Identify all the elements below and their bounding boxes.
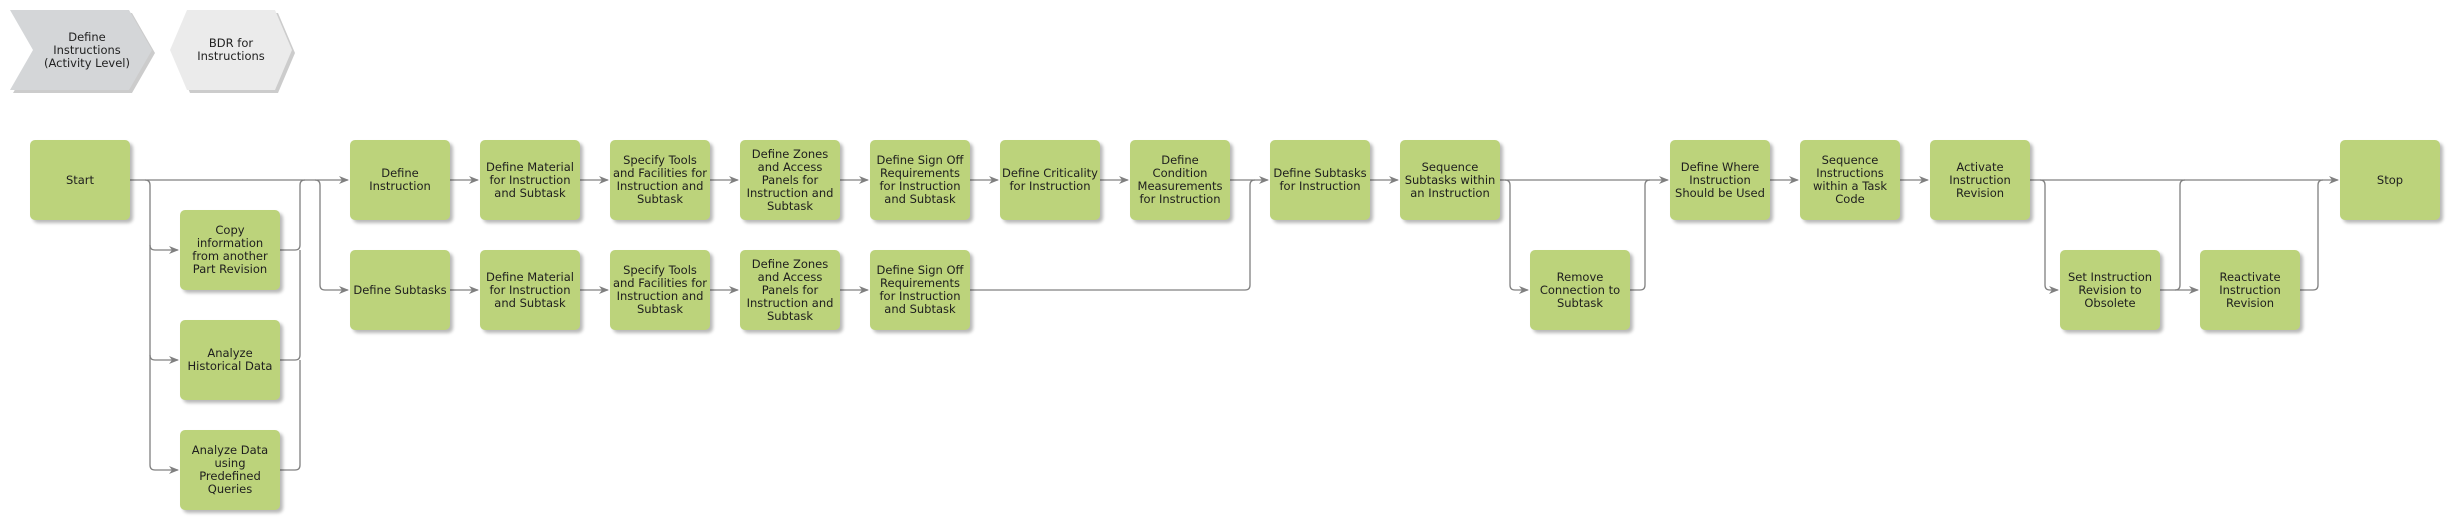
node-analyze-historical-data[interactable]: Analyze Historical Data: [180, 320, 280, 400]
connector: [280, 179, 306, 251]
node-define-criticality[interactable]: Define Criticality for Instruction: [1000, 140, 1100, 220]
connector: [2039, 179, 2059, 294]
node-define-subtasks-for-instruction[interactable]: Define Subtasks for Instruction: [1270, 140, 1370, 220]
node-specify-tools-2[interactable]: Specify Tools and Facilities for Instruc…: [610, 250, 710, 330]
phase-label: BDR for Instructions: [197, 36, 265, 63]
node-sequence-subtasks[interactable]: Sequence Subtasks within an Instruction: [1400, 140, 1500, 220]
node-define-zones-1[interactable]: Define Zones and Access Panels for Instr…: [740, 140, 840, 220]
connector: [144, 179, 179, 474]
connector: [1630, 179, 1651, 291]
node-define-sign-off-1[interactable]: Define Sign Off Requirements for Instruc…: [870, 140, 970, 220]
node-define-where-used[interactable]: Define Where Instruction Should be Used: [1670, 140, 1770, 220]
connector: [2174, 179, 2186, 291]
node-remove-connection[interactable]: Remove Connection to Subtask: [1530, 250, 1630, 330]
node-start[interactable]: Start: [30, 140, 130, 220]
node-specify-tools-1[interactable]: Specify Tools and Facilities for Instruc…: [610, 140, 710, 220]
phase-bdr-instructions[interactable]: BDR for Instructions: [170, 10, 295, 93]
node-define-instruction[interactable]: Define Instruction: [350, 140, 450, 220]
node-define-condition[interactable]: Define Condition Measurements for Instru…: [1130, 140, 1230, 220]
node-sequence-instructions[interactable]: Sequence Instructions within a Task Code: [1800, 140, 1900, 220]
node-define-sign-off-2[interactable]: Define Sign Off Requirements for Instruc…: [870, 250, 970, 330]
node-define-subtasks[interactable]: Define Subtasks: [350, 250, 450, 330]
phase-define-instructions[interactable]: Define Instructions (Activity Level): [10, 10, 155, 93]
connector: [1504, 179, 1529, 294]
connector: [149, 244, 179, 254]
phase-label: Define Instructions (Activity Level): [44, 29, 130, 70]
node-define-material-2[interactable]: Define Material for Instruction and Subt…: [480, 250, 580, 330]
node-activate-revision[interactable]: Activate Instruction Revision: [1930, 140, 2030, 220]
node-analyze-data-queries[interactable]: Analyze Data using Predefined Queries: [180, 430, 280, 510]
connector: [314, 179, 349, 294]
connector: [280, 250, 301, 361]
node-define-material-1[interactable]: Define Material for Instruction and Subt…: [480, 140, 580, 220]
node-reactivate-revision[interactable]: Reactivate Instruction Revision: [2200, 250, 2300, 330]
connector: [149, 354, 179, 364]
connector: [280, 360, 301, 471]
connector: [2300, 179, 2324, 291]
node-define-zones-2[interactable]: Define Zones and Access Panels for Instr…: [740, 250, 840, 330]
node-stop[interactable]: Stop: [2340, 140, 2440, 220]
node-set-obsolete[interactable]: Set Instruction Revision to Obsolete: [2060, 250, 2160, 330]
node-copy-information[interactable]: Copy information from another Part Revis…: [180, 210, 280, 290]
